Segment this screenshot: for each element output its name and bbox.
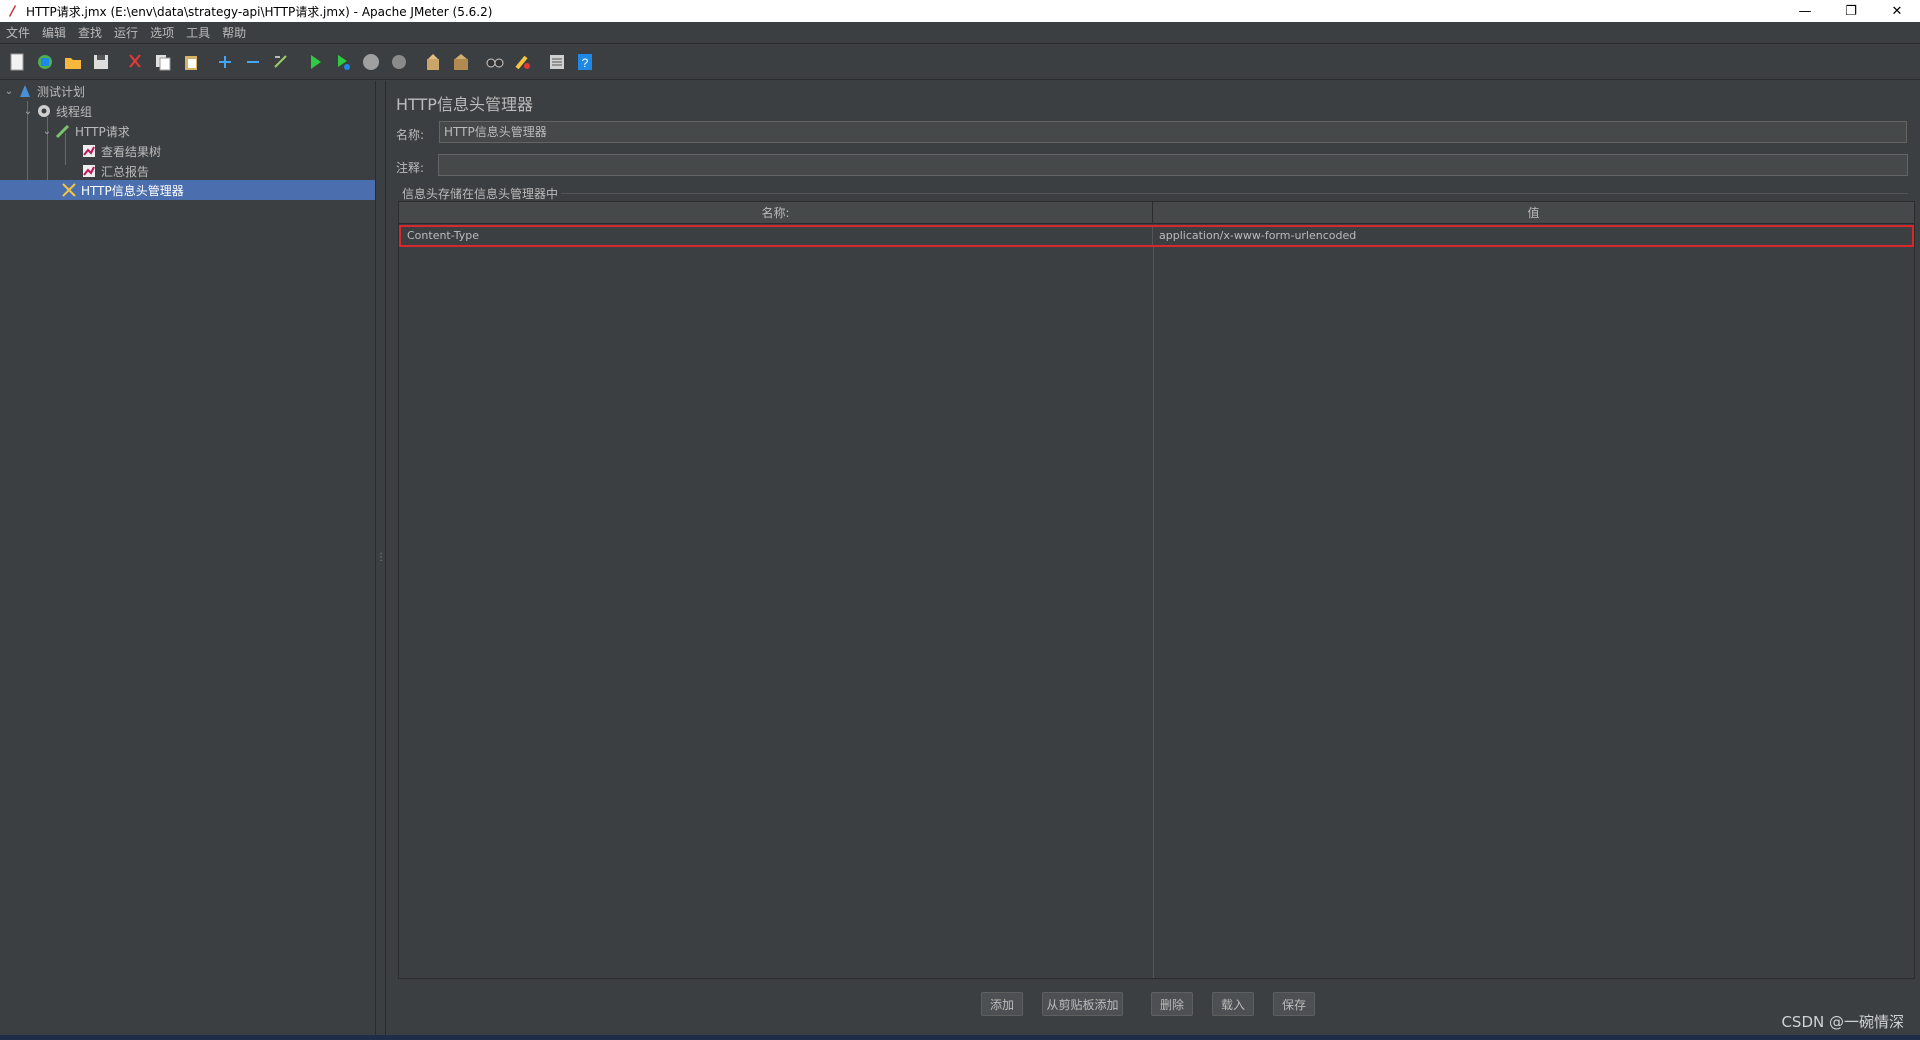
new-icon[interactable]: [4, 49, 30, 75]
shutdown-icon[interactable]: [386, 49, 412, 75]
expand-icon[interactable]: [212, 49, 238, 75]
stop-icon[interactable]: [358, 49, 384, 75]
copy-icon[interactable]: [150, 49, 176, 75]
column-divider: [1153, 247, 1154, 978]
tree-item-label: HTTP信息头管理器: [81, 183, 184, 198]
headers-group-title: 信息头存储在信息头管理器中: [402, 187, 559, 201]
headers-table: 名称: 值 Content-Type application/x-www-for…: [398, 201, 1915, 979]
open-icon[interactable]: [60, 49, 86, 75]
search-icon[interactable]: [482, 49, 508, 75]
function-helper-icon[interactable]: [544, 49, 570, 75]
tree-item-thread-group[interactable]: ⌄ 线程组: [21, 101, 371, 121]
menu-run[interactable]: 运行: [108, 22, 144, 44]
watermark: CSDN @一碗情深: [1781, 1013, 1904, 1031]
tools-icon: [60, 181, 78, 199]
tree-item-label: 汇总报告: [101, 164, 150, 179]
toolbar: ?: [0, 44, 1920, 80]
chevron-down-icon[interactable]: ⌄: [21, 104, 35, 118]
comment-label: 注释:: [396, 161, 425, 175]
panel-splitter[interactable]: ⋮: [376, 81, 386, 1035]
add-button[interactable]: 添加: [981, 992, 1023, 1016]
menu-file[interactable]: 文件: [0, 22, 36, 44]
taskbar-edge: [0, 1035, 1920, 1040]
test-plan-tree: ⌄ 测试计划 ⌄ 线程组 ⌄ HTTP请求 查看结果树 汇总报告 HTTP信息头…: [0, 81, 376, 1035]
reset-search-icon[interactable]: [510, 49, 536, 75]
tree-item-label: 线程组: [56, 104, 93, 119]
paste-icon[interactable]: [178, 49, 204, 75]
clear-icon[interactable]: [420, 49, 446, 75]
save-button[interactable]: 保存: [1273, 992, 1315, 1016]
chevron-down-icon[interactable]: ⌄: [40, 124, 54, 138]
header-name-cell[interactable]: Content-Type: [401, 227, 1153, 245]
tree-item-view-results-tree[interactable]: 查看结果树: [80, 141, 370, 161]
chevron-down-icon[interactable]: ⌄: [2, 84, 16, 98]
name-field[interactable]: HTTP信息头管理器: [439, 121, 1907, 143]
collapse-icon[interactable]: [240, 49, 266, 75]
menu-bar: 文件 编辑 查找 运行 选项 工具 帮助: [0, 22, 1920, 44]
menu-help[interactable]: 帮助: [216, 22, 252, 44]
tree-item-label: 查看结果树: [101, 144, 162, 159]
column-header-value[interactable]: 值: [1153, 202, 1914, 224]
start-icon[interactable]: [302, 49, 328, 75]
chart-icon: [80, 162, 98, 180]
tree-item-http-request[interactable]: ⌄ HTTP请求: [40, 121, 370, 141]
menu-edit[interactable]: 编辑: [36, 22, 72, 44]
tree-item-summary-report[interactable]: 汇总报告: [80, 161, 370, 181]
page-title: HTTP信息头管理器: [396, 95, 533, 114]
comment-field[interactable]: [438, 154, 1908, 176]
tree-item-label: HTTP请求: [75, 124, 130, 139]
save-icon[interactable]: [88, 49, 114, 75]
name-label: 名称:: [396, 128, 425, 142]
add-from-clipboard-button[interactable]: 从剪贴板添加: [1042, 992, 1123, 1016]
test-plan-icon: [16, 82, 34, 100]
close-button[interactable]: ✕: [1874, 0, 1920, 22]
table-row[interactable]: Content-Type application/x-www-form-urle…: [399, 225, 1914, 247]
cut-icon[interactable]: [122, 49, 148, 75]
help-icon[interactable]: ?: [572, 49, 598, 75]
editor-panel: HTTP信息头管理器 名称: HTTP信息头管理器 注释: 信息头存储在信息头管…: [385, 81, 1920, 1035]
svg-text:?: ?: [582, 56, 589, 70]
toggle-icon[interactable]: [268, 49, 294, 75]
header-value-cell[interactable]: application/x-www-form-urlencoded: [1153, 227, 1910, 245]
window-title: HTTP请求.jmx (E:\env\data\strategy-api\HTT…: [26, 4, 493, 19]
tree-item-test-plan[interactable]: ⌄ 测试计划: [2, 81, 372, 101]
minimize-button[interactable]: —: [1782, 0, 1828, 22]
table-header: 名称: 值: [399, 202, 1914, 224]
pipette-icon: [54, 122, 72, 140]
jmeter-feather-icon: [4, 3, 20, 19]
start-no-pause-icon[interactable]: [330, 49, 356, 75]
restore-button[interactable]: ❐: [1828, 0, 1874, 22]
window-title-bar: HTTP请求.jmx (E:\env\data\strategy-api\HTT…: [0, 0, 1920, 22]
tree-item-http-header-manager[interactable]: HTTP信息头管理器: [0, 180, 375, 200]
delete-button[interactable]: 删除: [1151, 992, 1193, 1016]
tree-item-label: 测试计划: [37, 84, 86, 99]
chart-icon: [80, 142, 98, 160]
load-button[interactable]: 载入: [1212, 992, 1254, 1016]
menu-tools[interactable]: 工具: [180, 22, 216, 44]
button-row: 添加 从剪贴板添加 删除 载入 保存: [386, 992, 1920, 1016]
templates-icon[interactable]: [32, 49, 58, 75]
clear-all-icon[interactable]: [448, 49, 474, 75]
menu-options[interactable]: 选项: [144, 22, 180, 44]
gear-icon: [35, 102, 53, 120]
menu-search[interactable]: 查找: [72, 22, 108, 44]
column-header-name[interactable]: 名称:: [399, 202, 1153, 224]
group-divider: [561, 193, 1908, 194]
